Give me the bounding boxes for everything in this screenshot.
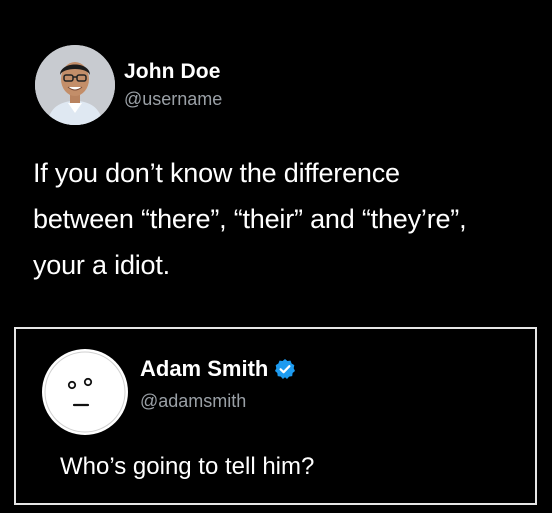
profile-photo-icon	[35, 45, 115, 125]
tweet: John Doe @username If you don’t know the…	[0, 0, 552, 320]
reply-avatar[interactable]	[42, 349, 128, 435]
reply-tweet-card: Adam Smith @adamsmith Who’s going to tel…	[14, 327, 537, 505]
tweet-text: If you don’t know the difference between…	[33, 158, 467, 280]
reply-author-row: Adam Smith	[140, 356, 296, 382]
verified-badge-icon	[274, 358, 296, 380]
author-name[interactable]: John Doe	[124, 60, 220, 84]
neutral-face-icon	[44, 351, 126, 433]
author-handle[interactable]: @username	[124, 89, 222, 110]
reply-author-handle[interactable]: @adamsmith	[140, 391, 246, 412]
reply-text: Who’s going to tell him?	[60, 453, 315, 480]
reply-author-name[interactable]: Adam Smith	[140, 356, 268, 382]
author-avatar[interactable]	[35, 45, 115, 125]
